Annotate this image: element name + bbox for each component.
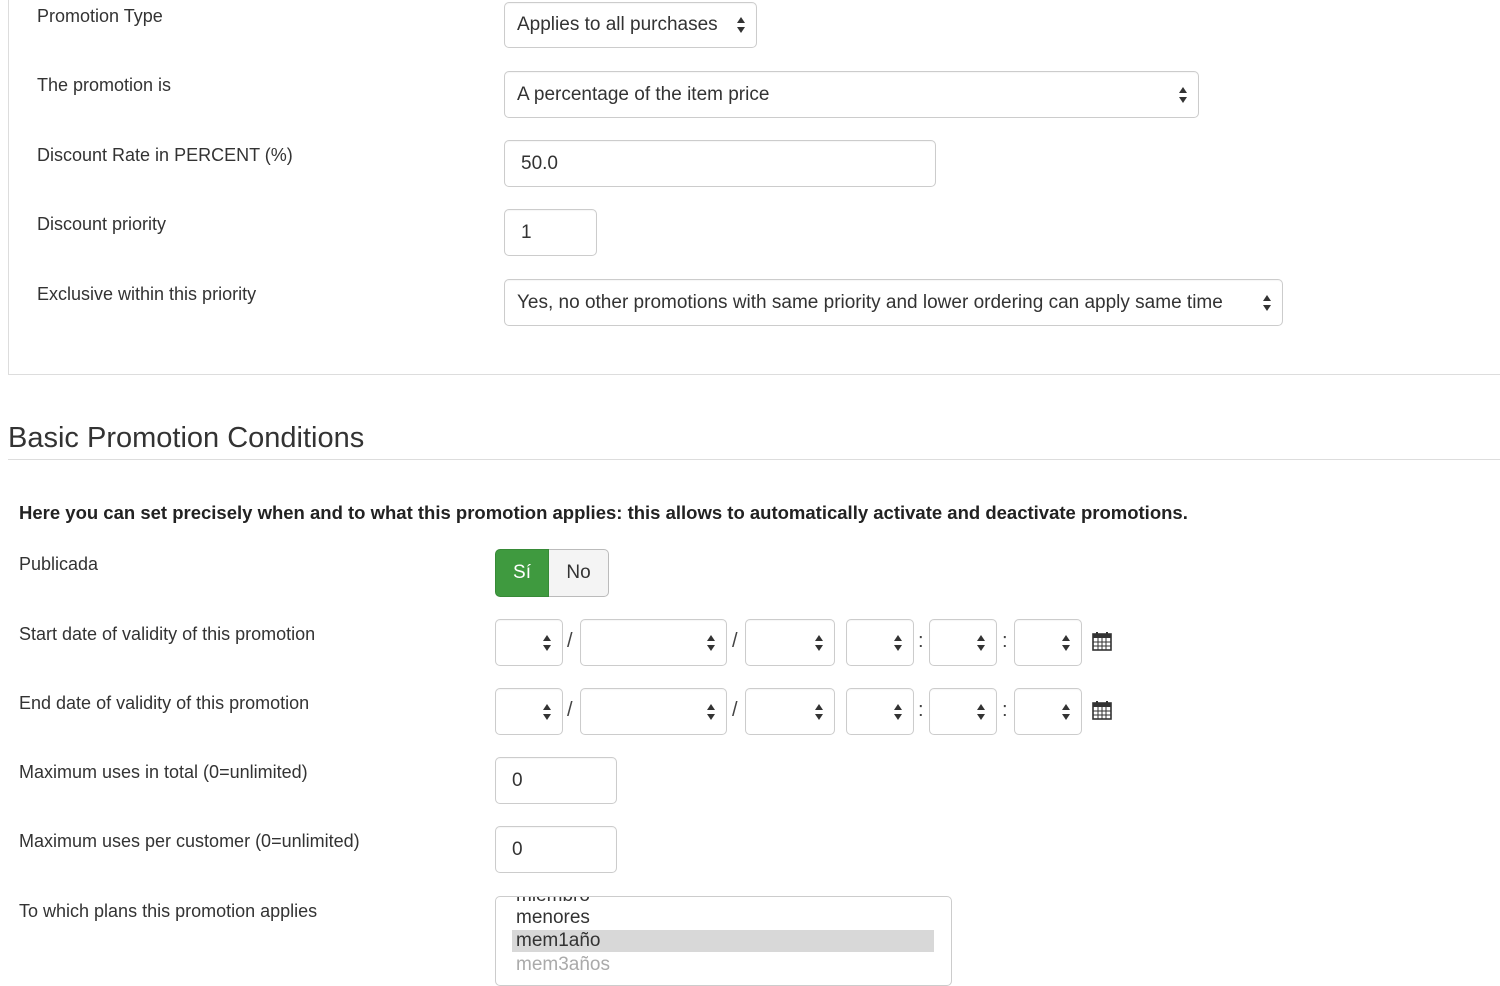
date-separator: / (732, 699, 738, 721)
heading-divider (8, 459, 1500, 460)
end-day-select[interactable] (495, 688, 563, 735)
plans-listbox[interactable]: miembro menores mem1año mem3años (495, 896, 952, 986)
updown-arrows-icon (814, 703, 824, 721)
updown-arrows-icon (893, 634, 903, 652)
start-year-select[interactable] (745, 619, 835, 666)
promotion-type-select[interactable]: Applies to all purchases (504, 2, 757, 48)
start-date-label: Start date of validity of this promotion (19, 624, 316, 644)
end-month-select[interactable] (580, 688, 727, 735)
discount-rate-input[interactable]: 50.0 (504, 140, 936, 187)
plan-option-selected[interactable]: mem1año (512, 930, 934, 952)
published-no-button[interactable]: No (549, 549, 609, 597)
max-total-input[interactable]: 0 (495, 757, 617, 804)
start-hour-select[interactable] (846, 619, 914, 666)
end-hour-select[interactable] (846, 688, 914, 735)
plan-option[interactable]: miembro (516, 897, 590, 907)
time-separator: : (918, 699, 924, 721)
updown-arrows-icon (736, 16, 746, 34)
updown-arrows-icon (1178, 86, 1188, 104)
discount-priority-label: Discount priority (37, 214, 167, 234)
updown-arrows-icon (542, 634, 552, 652)
time-separator: : (918, 630, 924, 652)
updown-arrows-icon (1262, 294, 1272, 312)
updown-arrows-icon (1061, 634, 1071, 652)
start-second-select[interactable] (1014, 619, 1082, 666)
updown-arrows-icon (814, 634, 824, 652)
time-separator: : (1002, 630, 1008, 652)
discount-priority-value: 1 (521, 221, 532, 243)
start-month-select[interactable] (580, 619, 727, 666)
max-customer-input[interactable]: 0 (495, 826, 617, 873)
start-day-select[interactable] (495, 619, 563, 666)
promotion-is-select[interactable]: A percentage of the item price (504, 71, 1199, 118)
updown-arrows-icon (706, 703, 716, 721)
calendar-icon[interactable] (1092, 700, 1112, 725)
updown-arrows-icon (542, 703, 552, 721)
exclusive-value: Yes, no other promotions with same prior… (517, 291, 1223, 313)
calendar-icon[interactable] (1092, 631, 1112, 656)
promotion-type-value: Applies to all purchases (517, 14, 718, 35)
discount-rate-label: Discount Rate in PERCENT (%) (37, 145, 293, 165)
max-total-value: 0 (512, 769, 523, 791)
max-total-label: Maximum uses in total (0=unlimited) (19, 762, 308, 782)
updown-arrows-icon (893, 703, 903, 721)
published-toggle: Sí No (495, 549, 609, 597)
conditions-note: Here you can set precisely when and to w… (19, 502, 1188, 523)
start-minute-select[interactable] (929, 619, 997, 666)
updown-arrows-icon (976, 703, 986, 721)
promotion-is-value: A percentage of the item price (517, 83, 770, 105)
updown-arrows-icon (1061, 703, 1071, 721)
exclusive-select[interactable]: Yes, no other promotions with same prior… (504, 279, 1283, 326)
discount-rate-value: 50.0 (521, 152, 558, 174)
end-year-select[interactable] (745, 688, 835, 735)
date-separator: / (567, 699, 573, 721)
plan-option[interactable]: mem3años (516, 954, 610, 976)
updown-arrows-icon (976, 634, 986, 652)
end-second-select[interactable] (1014, 688, 1082, 735)
exclusive-label: Exclusive within this priority (37, 284, 257, 304)
discount-priority-input[interactable]: 1 (504, 209, 597, 256)
date-separator: / (732, 630, 738, 652)
date-separator: / (567, 630, 573, 652)
published-label: Publicada (19, 554, 99, 574)
updown-arrows-icon (706, 634, 716, 652)
published-yes-button[interactable]: Sí (495, 549, 549, 597)
max-customer-label: Maximum uses per customer (0=unlimited) (19, 831, 360, 851)
section-heading: Basic Promotion Conditions (8, 422, 365, 454)
plan-option[interactable]: menores (516, 907, 590, 929)
promotion-is-label: The promotion is (37, 75, 172, 95)
plans-label: To which plans this promotion applies (19, 901, 318, 921)
end-minute-select[interactable] (929, 688, 997, 735)
time-separator: : (1002, 699, 1008, 721)
promotion-type-label: Promotion Type (37, 6, 163, 26)
max-customer-value: 0 (512, 838, 523, 860)
end-date-label: End date of validity of this promotion (19, 693, 310, 713)
